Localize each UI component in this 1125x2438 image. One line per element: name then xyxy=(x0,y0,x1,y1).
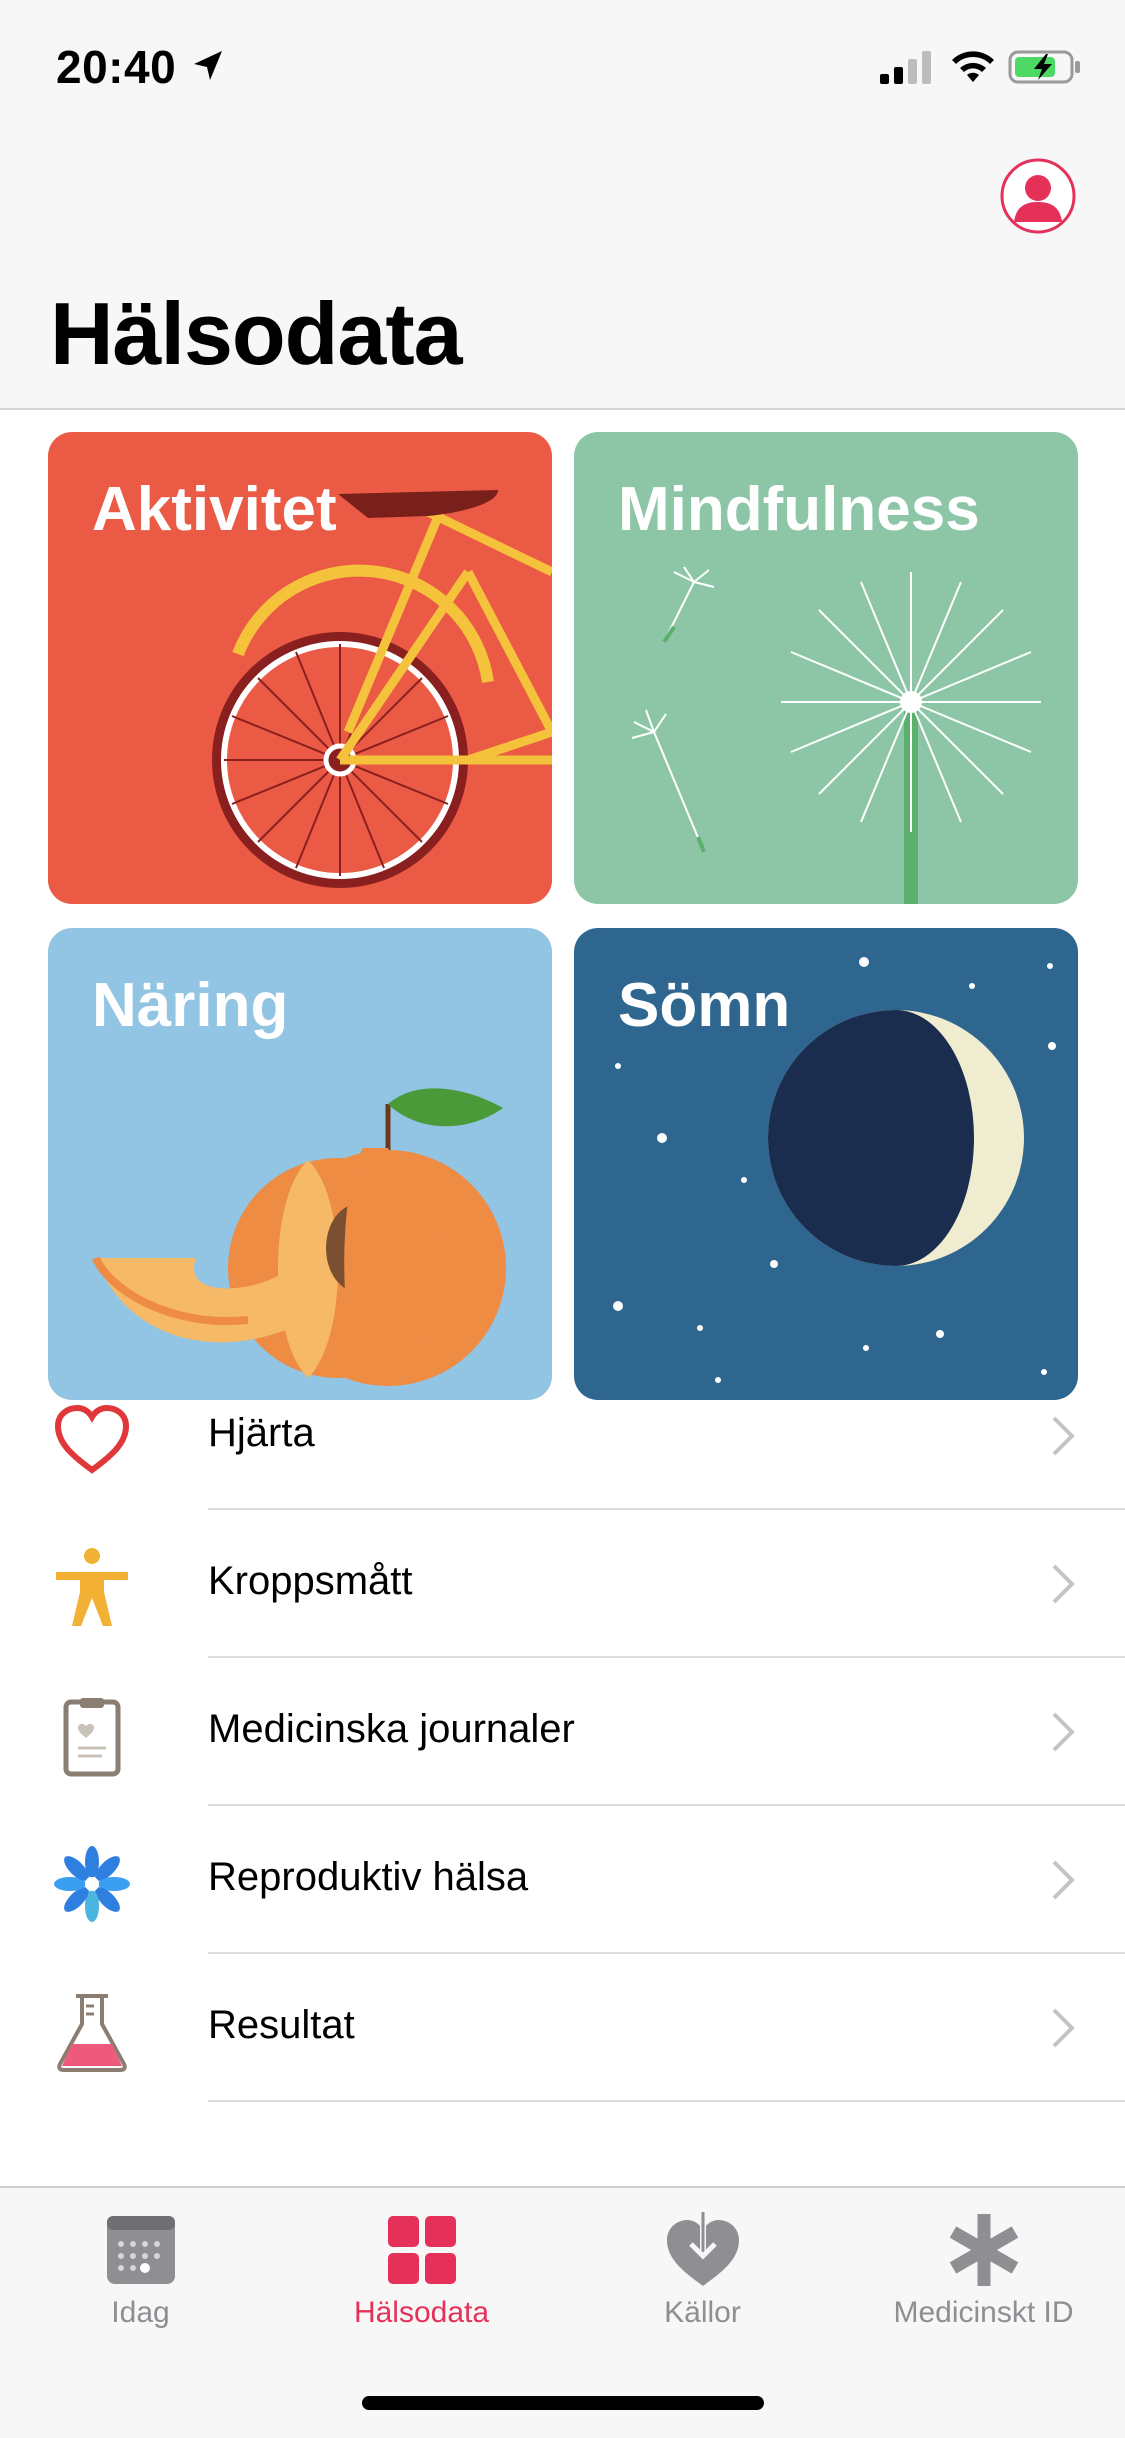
heart-icon xyxy=(54,1404,130,1474)
chevron-right-icon xyxy=(1052,1860,1075,1900)
tile-label: Sömn xyxy=(618,971,791,1040)
tab-label: Medicinskt ID xyxy=(893,2296,1074,2329)
tile-mindfulness[interactable]: Mindfulness xyxy=(574,432,1078,904)
body-figure-icon xyxy=(56,1548,128,1626)
tile-label: Näring xyxy=(92,971,289,1040)
flower-icon xyxy=(54,1846,130,1922)
tab-halsodata[interactable]: Hälsodata xyxy=(281,2188,562,2329)
chevron-right-icon xyxy=(1052,1712,1075,1752)
tile-label: Mindfulness xyxy=(618,475,980,544)
tab-kallor[interactable]: Källor xyxy=(562,2188,843,2329)
list-item-label: Reproduktiv hälsa xyxy=(208,1855,529,1899)
list-item-hjarta[interactable]: Hjärta xyxy=(0,1362,1125,1510)
clipboard-icon xyxy=(63,1698,121,1777)
category-list: Hjärta Kroppsmått Medicinska journaler R… xyxy=(0,1362,1125,2102)
list-item-label: Medicinska journaler xyxy=(208,1707,575,1751)
tab-label: Idag xyxy=(111,2296,170,2329)
tab-label: Hälsodata xyxy=(353,2296,490,2329)
grid-icon xyxy=(387,2216,456,2284)
list-item-kroppsmatt[interactable]: Kroppsmått xyxy=(0,1510,1125,1658)
divider xyxy=(208,2100,1125,2102)
list-item-label: Hjärta xyxy=(208,1411,315,1455)
profile-avatar-icon[interactable] xyxy=(1000,158,1076,234)
location-arrow-icon xyxy=(194,51,222,80)
list-item-medicinska-journaler[interactable]: Medicinska journaler xyxy=(0,1658,1125,1806)
home-indicator[interactable] xyxy=(362,2396,764,2410)
tile-label: Aktivitet xyxy=(92,475,337,544)
status-time: 20:40 xyxy=(56,41,177,93)
chevron-right-icon xyxy=(1052,2008,1075,2048)
tab-label: Källor xyxy=(664,2296,741,2329)
chevron-right-icon xyxy=(1052,1416,1075,1456)
battery-charging-icon xyxy=(1008,50,1080,84)
tile-somn[interactable]: Sömn xyxy=(574,928,1078,1400)
list-item-label: Resultat xyxy=(208,2003,355,2047)
cellular-signal-icon xyxy=(880,51,931,84)
tile-naring[interactable]: Näring xyxy=(48,928,552,1400)
tab-idag[interactable]: Idag xyxy=(0,2188,281,2329)
list-item-label: Kroppsmått xyxy=(208,1559,413,1603)
tile-aktivitet[interactable]: Aktivitet xyxy=(48,432,552,904)
calendar-icon xyxy=(106,2216,175,2284)
page-title: Hälsodata xyxy=(50,284,463,383)
list-item-resultat[interactable]: Resultat xyxy=(0,1954,1125,2102)
chevron-right-icon xyxy=(1052,1564,1075,1604)
asterisk-icon xyxy=(949,2214,1018,2286)
header-divider xyxy=(0,408,1125,410)
tab-medicinskt-id[interactable]: Medicinskt ID xyxy=(843,2188,1124,2329)
heart-download-icon xyxy=(666,2212,739,2286)
flask-icon xyxy=(57,1994,127,2072)
list-item-reproduktiv-halsa[interactable]: Reproduktiv hälsa xyxy=(0,1806,1125,1954)
wifi-icon xyxy=(952,51,994,82)
